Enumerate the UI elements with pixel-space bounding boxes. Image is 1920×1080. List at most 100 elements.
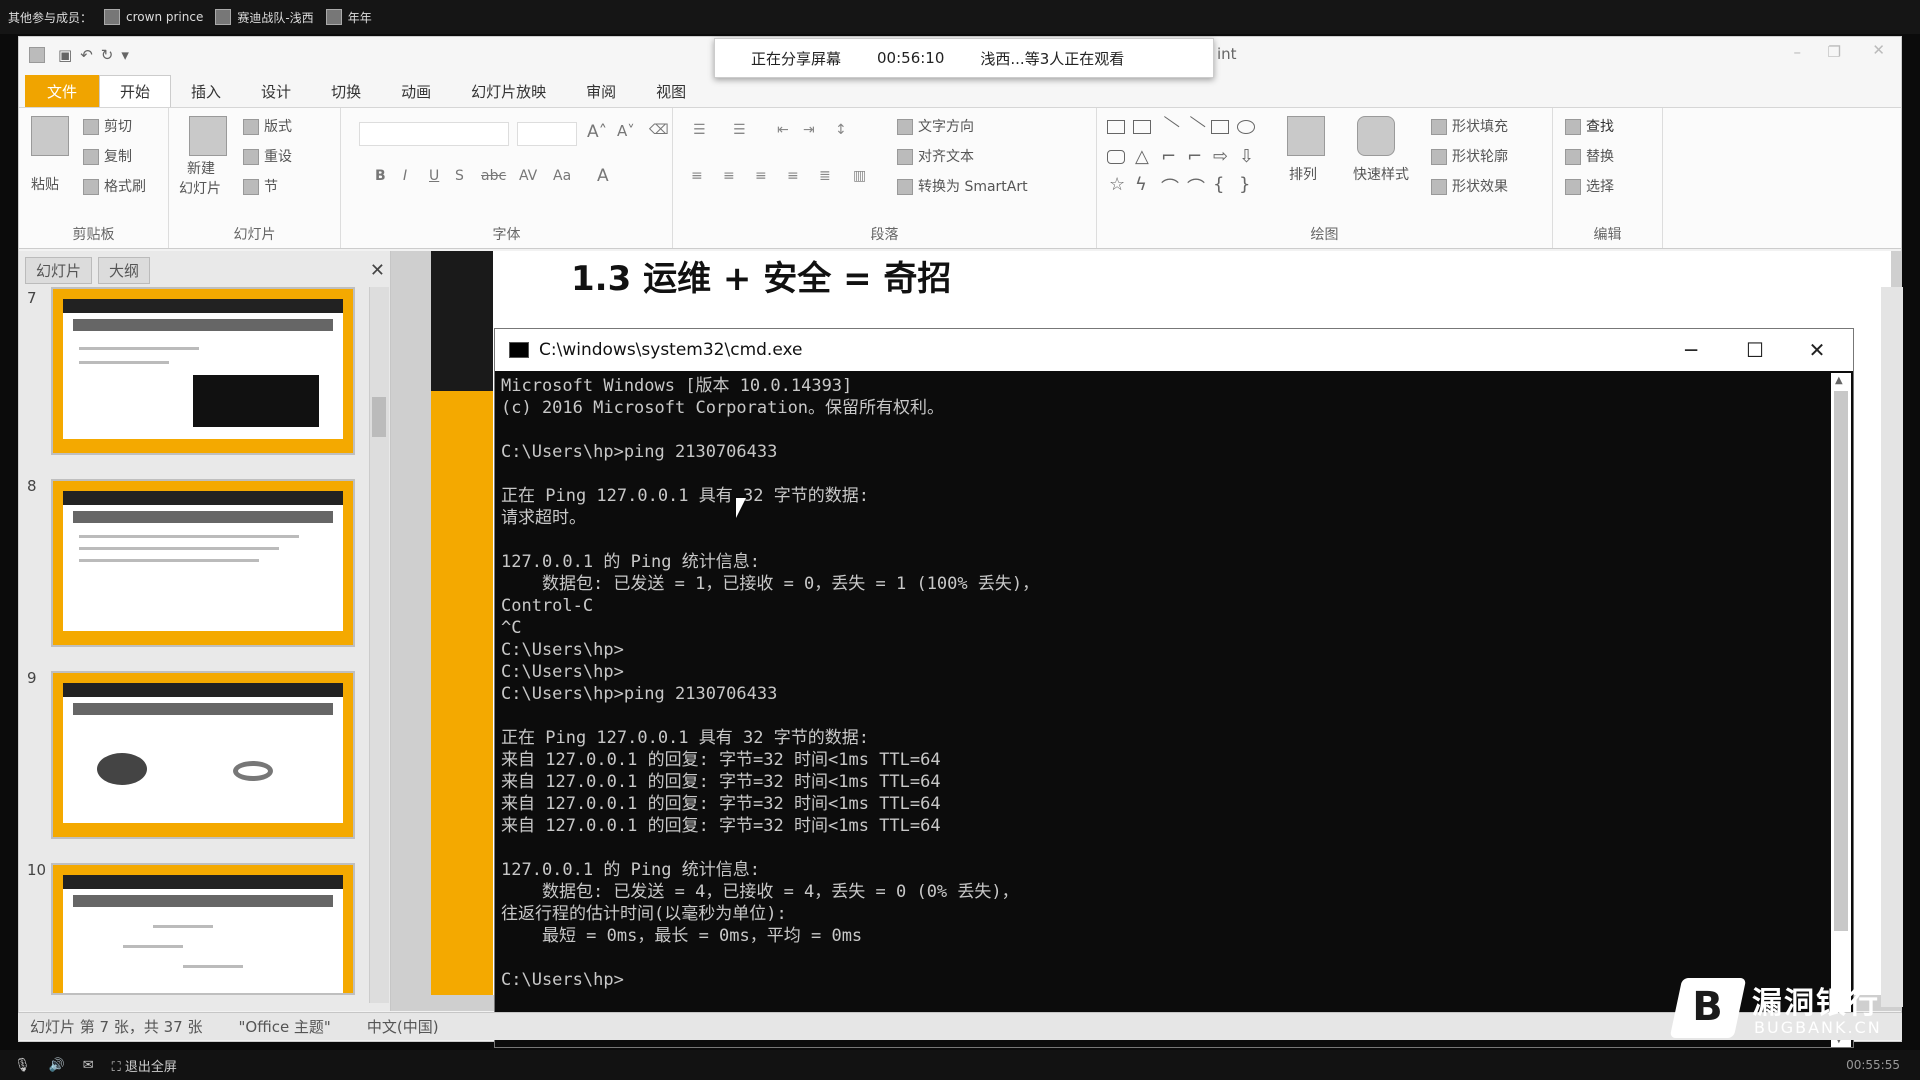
editor-scrollbar[interactable]	[1881, 287, 1903, 1007]
tab-transitions[interactable]: 切换	[311, 75, 381, 107]
paste-button[interactable]: 粘贴	[31, 174, 59, 194]
increase-indent-icon[interactable]: ⇥	[803, 122, 815, 138]
vtextbox-shape-icon[interactable]	[1133, 120, 1151, 134]
reset-button[interactable]: 重设	[243, 146, 292, 166]
slide-title[interactable]: 1.3 运维 + 安全 = 奇招	[571, 251, 951, 300]
tab-file[interactable]: 文件	[25, 75, 100, 107]
layout-button[interactable]: 版式	[243, 116, 292, 136]
arrow-shape-icon[interactable]	[1182, 116, 1206, 138]
left-brace-shape-icon[interactable]: {	[1213, 174, 1224, 195]
paste-icon[interactable]	[31, 116, 69, 156]
elbow-shape-icon[interactable]: ⌐	[1161, 146, 1176, 167]
down-arrow-shape-icon[interactable]: ⇩	[1239, 146, 1254, 167]
tab-view[interactable]: 视图	[636, 75, 706, 107]
console-output[interactable]: Microsoft Windows [版本 10.0.14393] (c) 201…	[497, 373, 1827, 1043]
change-case-icon[interactable]: Aa	[553, 168, 571, 184]
participant-1[interactable]: crown prince	[104, 9, 203, 25]
tab-slides[interactable]: 幻灯片	[25, 256, 93, 284]
curve-shape-icon[interactable]: ⌒	[1187, 174, 1205, 200]
right-brace-shape-icon[interactable]: }	[1239, 174, 1250, 195]
close-pane-icon[interactable]: ✕	[370, 260, 385, 281]
quick-styles-button[interactable]: 快速样式	[1353, 164, 1409, 184]
tab-review[interactable]: 审阅	[566, 75, 636, 107]
italic-icon[interactable]: I	[403, 168, 407, 184]
slide-thumbnail-8[interactable]	[51, 479, 355, 647]
slide-thumbnail-9[interactable]	[51, 671, 355, 839]
exit-fullscreen-button[interactable]: ⛶ 退出全屏	[112, 1056, 177, 1075]
elbow2-shape-icon[interactable]: ⌐	[1187, 146, 1202, 167]
close-icon[interactable]: ✕	[1785, 329, 1849, 371]
char-spacing-icon[interactable]: AV	[519, 168, 537, 184]
arrange-button[interactable]: 排列	[1289, 164, 1317, 184]
underline-icon[interactable]: U	[429, 168, 439, 184]
undo-icon[interactable]: ↶	[80, 46, 93, 64]
lightning-shape-icon[interactable]: ϟ	[1135, 174, 1147, 195]
rounded-rect-shape-icon[interactable]	[1107, 150, 1125, 164]
microphone-icon[interactable]: 🎙	[14, 1058, 31, 1073]
clear-format-icon[interactable]: ⌫	[649, 122, 669, 138]
align-center-icon[interactable]: ≡	[723, 168, 735, 184]
slide-thumbnail-7[interactable]	[51, 287, 355, 455]
right-arrow-shape-icon[interactable]: ⇨	[1213, 146, 1228, 167]
tab-outline[interactable]: 大纲	[98, 256, 151, 284]
slide-thumbnail-10[interactable]	[51, 863, 355, 995]
copy-button[interactable]: 复制	[83, 146, 132, 166]
camera-icon[interactable]: ✉	[83, 1058, 94, 1073]
maximize-icon[interactable]: ☐	[1723, 329, 1787, 371]
shape-effects-button[interactable]: 形状效果	[1431, 176, 1508, 196]
line-shape-icon[interactable]	[1156, 116, 1180, 138]
quick-styles-icon[interactable]	[1357, 116, 1395, 156]
cut-button[interactable]: 剪切	[83, 116, 132, 136]
shape-fill-button[interactable]: 形状填充	[1431, 116, 1508, 136]
bullets-icon[interactable]: ☰	[693, 122, 706, 138]
scroll-thumb[interactable]	[1834, 391, 1848, 931]
tab-animations[interactable]: 动画	[381, 75, 451, 107]
participant-3[interactable]: 年年	[325, 9, 372, 26]
customize-qat-icon[interactable]: ▾	[121, 46, 129, 64]
align-left-icon[interactable]: ≡	[691, 168, 703, 184]
decrease-indent-icon[interactable]: ⇤	[777, 122, 789, 138]
find-button[interactable]: 查找	[1565, 116, 1614, 136]
scroll-up-icon[interactable]: ▲	[1835, 375, 1843, 386]
triangle-shape-icon[interactable]: △	[1135, 146, 1149, 167]
save-icon[interactable]: ▣	[58, 46, 72, 64]
star-shape-icon[interactable]: ☆	[1109, 174, 1125, 195]
participant-2[interactable]: 赛迪战队-浅西	[215, 9, 314, 26]
cmd-titlebar[interactable]: C:\windows\system32\cmd.exe ─ ☐ ✕	[495, 329, 1853, 371]
arc-shape-icon[interactable]: ⌒	[1161, 174, 1179, 200]
select-button[interactable]: 选择	[1565, 176, 1614, 196]
redo-icon[interactable]: ↻	[101, 46, 114, 64]
align-right-icon[interactable]: ≡	[755, 168, 767, 184]
rectangle-shape-icon[interactable]	[1211, 120, 1229, 134]
textbox-shape-icon[interactable]	[1107, 120, 1125, 134]
replace-button[interactable]: 替换	[1565, 146, 1614, 166]
maximize-icon[interactable]: ❐	[1828, 43, 1841, 61]
close-icon[interactable]: ✕	[1872, 41, 1885, 59]
numbering-icon[interactable]: ☰	[733, 122, 746, 138]
new-slide-icon[interactable]	[189, 116, 227, 156]
tab-insert[interactable]: 插入	[171, 75, 241, 107]
console-scrollbar[interactable]: ▲ ▼	[1831, 373, 1851, 1047]
minimize-icon[interactable]: ─	[1659, 329, 1723, 371]
cmd-window[interactable]: C:\windows\system32\cmd.exe ─ ☐ ✕ Micros…	[494, 328, 1854, 1048]
distribute-icon[interactable]: ≣	[819, 168, 831, 184]
font-size-select[interactable]	[517, 122, 577, 146]
language[interactable]: 中文(中国)	[367, 1016, 439, 1037]
align-text-button[interactable]: 对齐文本	[897, 146, 974, 166]
section-button[interactable]: 节	[243, 176, 278, 196]
font-color-icon[interactable]: A	[597, 166, 609, 186]
grow-font-icon[interactable]: A˄	[587, 122, 607, 142]
tab-home[interactable]: 开始	[99, 75, 172, 107]
strikethrough-icon[interactable]: abc	[481, 168, 506, 184]
shrink-font-icon[interactable]: A˅	[617, 122, 635, 140]
shadow-icon[interactable]: S	[455, 168, 464, 184]
justify-icon[interactable]: ≡	[787, 168, 799, 184]
columns-icon[interactable]: ▥	[853, 168, 866, 184]
oval-shape-icon[interactable]	[1237, 120, 1255, 134]
pane-scrollbar[interactable]	[369, 287, 389, 1003]
tab-slideshow[interactable]: 幻灯片放映	[451, 75, 566, 107]
line-spacing-icon[interactable]: ↕	[835, 122, 847, 138]
minimize-icon[interactable]: –	[1794, 43, 1802, 61]
font-name-select[interactable]	[359, 122, 509, 146]
text-direction-button[interactable]: 文字方向	[897, 116, 974, 136]
